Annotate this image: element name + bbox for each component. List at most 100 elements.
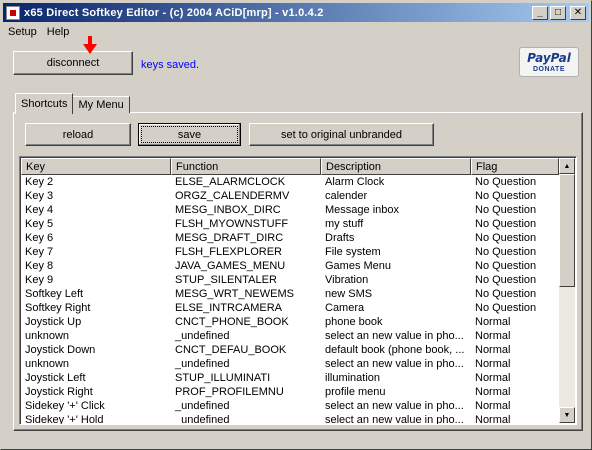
menu-setup[interactable]: Setup bbox=[3, 26, 42, 38]
cell-function: JAVA_GAMES_MENU bbox=[175, 260, 286, 272]
cell-function: FLSH_MYOWNSTUFF bbox=[175, 218, 289, 230]
scrollbar-thumb[interactable] bbox=[559, 174, 575, 287]
app-icon[interactable] bbox=[6, 5, 20, 20]
cell-flag: Normal bbox=[475, 358, 511, 370]
table-row[interactable]: Sidekey '+' Click _undefined select an new… bbox=[21, 399, 559, 413]
cell-function: _undefined bbox=[175, 414, 230, 425]
cell-description: my stuff bbox=[325, 218, 364, 230]
cell-key: Key 9 bbox=[25, 274, 54, 286]
cell-flag: No Question bbox=[475, 232, 537, 244]
table-row[interactable]: Key 2 ELSE_ALARMCLOCK Alarm Clock No Questi… bbox=[21, 175, 559, 189]
cell-description: select an new value in pho... bbox=[325, 400, 464, 412]
column-header-description[interactable]: Description bbox=[321, 158, 471, 175]
menu-bar: Setup Help bbox=[3, 23, 74, 41]
cell-flag: Normal bbox=[475, 372, 511, 384]
cell-key: Key 3 bbox=[25, 190, 54, 202]
title-bar[interactable]: x65 Direct Softkey Editor - (c) 2004 ACi… bbox=[3, 3, 589, 22]
cell-key: Key 4 bbox=[25, 204, 54, 216]
cell-function: STUP_SILENTALER bbox=[175, 274, 277, 286]
column-header-function[interactable]: Function bbox=[171, 158, 321, 175]
column-header-key[interactable]: Key bbox=[21, 158, 171, 175]
triangle-down-icon[interactable]: ▼ bbox=[559, 407, 575, 423]
cell-description: profile menu bbox=[325, 386, 386, 398]
table-row[interactable]: Sidekey '+' Hold _undefined select an new … bbox=[21, 413, 559, 425]
cell-description: select an new value in pho... bbox=[325, 414, 464, 425]
cell-function: CNCT_DEFAU_BOOK bbox=[175, 344, 287, 356]
cell-function: _undefined bbox=[175, 400, 230, 412]
table-row[interactable]: Joystick Up CNCT_PHONE_BOOK phone book Norm… bbox=[21, 315, 559, 329]
cell-flag: Normal bbox=[475, 330, 511, 342]
table-row[interactable]: unknown _undefined select an new value in … bbox=[21, 357, 559, 371]
table-row[interactable]: Joystick Right PROF_PROFILEMNU profile men… bbox=[21, 385, 559, 399]
cell-description: phone book bbox=[325, 316, 383, 328]
cell-key: Joystick Right bbox=[25, 386, 93, 398]
cell-key: Key 8 bbox=[25, 260, 54, 272]
down-arrow-icon bbox=[83, 36, 97, 54]
disconnect-button[interactable]: disconnect bbox=[13, 51, 133, 75]
table-row[interactable]: Joystick Down CNCT_DEFAU_BOOK default book… bbox=[21, 343, 559, 357]
table-row[interactable]: Softkey Left MESG_WRT_NEWEMS new SMS No Que… bbox=[21, 287, 559, 301]
column-header-flag[interactable]: Flag bbox=[471, 158, 559, 175]
reload-button[interactable]: reload bbox=[25, 123, 131, 146]
cell-description: calender bbox=[325, 190, 368, 202]
table-row[interactable]: unknown _undefined select an new value in … bbox=[21, 329, 559, 343]
table-row[interactable]: Key 8 JAVA_GAMES_MENU Games Menu No Questio… bbox=[21, 259, 559, 273]
maximize-button[interactable]: □ bbox=[550, 5, 566, 20]
cell-flag: No Question bbox=[475, 204, 537, 216]
paypal-donate-button[interactable]: PayPal DONATE bbox=[519, 47, 579, 77]
table-row[interactable]: Joystick Left STUP_ILLUMINATI illumination… bbox=[21, 371, 559, 385]
window-title: x65 Direct Softkey Editor - (c) 2004 ACi… bbox=[24, 6, 324, 19]
cell-description: Games Menu bbox=[325, 260, 392, 272]
cell-function: FLSH_FLEXPLORER bbox=[175, 246, 282, 258]
cell-function: MESG_DRAFT_DIRC bbox=[175, 232, 284, 244]
cell-key: Sidekey '+' Click bbox=[25, 400, 105, 412]
cell-key: Key 5 bbox=[25, 218, 54, 230]
table-row[interactable]: Key 9 STUP_SILENTALER Vibration No Question bbox=[21, 273, 559, 287]
tab-my-menu[interactable]: My Menu bbox=[72, 96, 130, 113]
cell-key: Sidekey '+' Hold bbox=[25, 414, 104, 425]
cell-flag: Normal bbox=[475, 414, 511, 425]
cell-description: new SMS bbox=[325, 288, 373, 300]
table-row[interactable]: Key 4 MESG_INBOX_DIRC Message inbox No Ques… bbox=[21, 203, 559, 217]
cell-key: Key 7 bbox=[25, 246, 54, 258]
vertical-scrollbar[interactable]: ▲ ▼ bbox=[559, 158, 575, 423]
cell-flag: No Question bbox=[475, 218, 537, 230]
menu-help[interactable]: Help bbox=[42, 26, 75, 38]
cell-key: Joystick Left bbox=[25, 372, 86, 384]
minimize-button[interactable]: _ bbox=[532, 5, 548, 20]
cell-description: Camera bbox=[325, 302, 365, 314]
cell-flag: Normal bbox=[475, 400, 511, 412]
cell-description: illumination bbox=[325, 372, 381, 384]
cell-key: Key 2 bbox=[25, 176, 54, 188]
table-row[interactable]: Softkey Right ELSE_INTRCAMERA Camera No Que… bbox=[21, 301, 559, 315]
close-button[interactable]: ✕ bbox=[570, 5, 586, 20]
table-row[interactable]: Key 7 FLSH_FLEXPLORER File system No Questi… bbox=[21, 245, 559, 259]
table-row[interactable]: Key 3 ORGZ_CALENDERMV calender No Question bbox=[21, 189, 559, 203]
cell-flag: Normal bbox=[475, 386, 511, 398]
shortcuts-list[interactable]: Key Function Description Flag Key 2 ELSE_… bbox=[19, 156, 577, 425]
table-row[interactable]: Key 6 MESG_DRAFT_DIRC Drafts No Question bbox=[21, 231, 559, 245]
triangle-up-icon[interactable]: ▲ bbox=[559, 158, 575, 174]
cell-key: Softkey Left bbox=[25, 288, 84, 300]
cell-function: _undefined bbox=[175, 358, 230, 370]
cell-description: select an new value in pho... bbox=[325, 358, 464, 370]
cell-description: default book (phone book, ... bbox=[325, 344, 465, 356]
cell-function: CNCT_PHONE_BOOK bbox=[175, 316, 289, 328]
cell-flag: No Question bbox=[475, 274, 537, 286]
cell-key: Joystick Up bbox=[25, 316, 82, 328]
status-message: keys saved. bbox=[141, 59, 200, 71]
cell-key: unknown bbox=[25, 330, 70, 342]
table-row[interactable]: Key 5 FLSH_MYOWNSTUFF my stuff No Question bbox=[21, 217, 559, 231]
cell-flag: No Question bbox=[475, 246, 537, 258]
reset-unbranded-button[interactable]: set to original unbranded bbox=[249, 123, 434, 146]
cell-flag: Normal bbox=[475, 316, 511, 328]
cell-function: STUP_ILLUMINATI bbox=[175, 372, 271, 384]
paypal-logo: PayPal bbox=[527, 51, 571, 65]
cell-function: ELSE_INTRCAMERA bbox=[175, 302, 282, 314]
save-button[interactable]: save bbox=[138, 123, 241, 146]
cell-function: PROF_PROFILEMNU bbox=[175, 386, 284, 398]
cell-key: Joystick Down bbox=[25, 344, 96, 356]
cell-function: MESG_WRT_NEWEMS bbox=[175, 288, 294, 300]
cell-description: File system bbox=[325, 246, 381, 258]
tab-shortcuts[interactable]: Shortcuts bbox=[15, 93, 74, 114]
